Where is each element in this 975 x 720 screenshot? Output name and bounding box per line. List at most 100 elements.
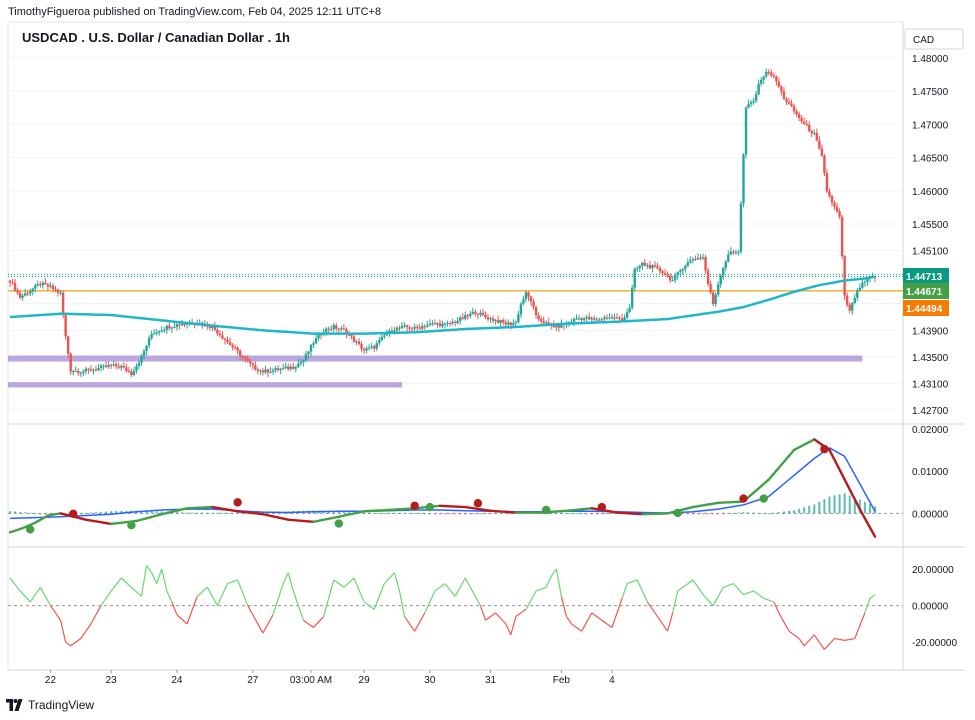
candle-body (292, 366, 295, 369)
macd-histogram-bar (772, 512, 775, 514)
signal-line-segment (337, 510, 366, 518)
candle-body (403, 325, 406, 327)
candle-body (446, 322, 449, 324)
candle-body (615, 317, 619, 319)
candle-body (469, 313, 472, 316)
tradingview-logo-icon (6, 699, 23, 711)
candle-body (340, 328, 343, 330)
candle-body (762, 76, 765, 80)
candle-body (529, 296, 533, 302)
macd-histogram-bar (717, 513, 720, 515)
candle-body (777, 81, 781, 87)
macd-histogram-bar (605, 513, 608, 515)
candle-body (694, 258, 697, 260)
candle-body (261, 370, 265, 373)
oscillator-segment (723, 583, 734, 588)
candle-body (815, 132, 819, 141)
macd-histogram-bar (464, 513, 467, 515)
oscillator-segment (545, 576, 552, 588)
candle-body (150, 333, 153, 338)
macd-histogram-bar (196, 512, 199, 514)
macd-histogram-bar (570, 513, 573, 515)
candle-body (77, 370, 80, 374)
oscillator-segment (672, 590, 679, 614)
candle-body (691, 258, 695, 261)
candle-body (127, 371, 131, 373)
candle-body (378, 339, 381, 344)
time-tick-label: 27 (247, 675, 259, 686)
macd-histogram-bar (191, 512, 194, 514)
candle-body (729, 251, 733, 255)
candle-body (107, 365, 110, 367)
candle-body (765, 71, 768, 77)
oscillator-segment (156, 568, 163, 584)
candle-body (72, 371, 75, 373)
cross-marker (425, 502, 435, 512)
candle-body (577, 318, 581, 320)
macd-histogram-bar (44, 513, 47, 515)
candle-body (797, 113, 801, 119)
macd-histogram-bar (798, 508, 801, 514)
candle-body (641, 262, 644, 266)
candle-body (754, 94, 758, 101)
candle-body (547, 322, 550, 324)
candle-body (163, 329, 166, 331)
candle-body (218, 333, 222, 336)
candle-body (861, 282, 864, 288)
macd-histogram-bar (813, 504, 816, 514)
candle-body (54, 289, 57, 291)
macd-histogram-bar (803, 507, 806, 514)
macd-histogram-bar (24, 512, 27, 514)
candle-body (426, 325, 429, 327)
tradingview-footer[interactable]: TradingView (6, 695, 94, 715)
cross-marker (739, 494, 748, 503)
candle-body (160, 330, 163, 332)
candle-body (600, 319, 604, 321)
candle-body (820, 148, 824, 156)
candle-body (805, 123, 808, 126)
oscillator-segment (120, 577, 132, 588)
candle-body (661, 271, 664, 274)
candle-body (759, 79, 763, 84)
candle-body (256, 369, 260, 371)
candle-body (775, 76, 778, 82)
candle-body (598, 319, 601, 321)
oscillator-segment (282, 572, 289, 584)
candle-body (365, 348, 368, 351)
candle-body (835, 206, 839, 212)
candle-body (137, 362, 141, 366)
candle-body (714, 294, 717, 305)
candle-body (34, 285, 37, 289)
oscillator-segment (479, 605, 487, 621)
candle-body (405, 325, 409, 328)
macd-histogram-bar (388, 512, 391, 514)
oscillator-segment (813, 634, 825, 650)
oscillator-segment (171, 601, 178, 615)
chart-canvas[interactable]: USDCAD . U.S. Dollar / Canadian Dollar .… (0, 0, 975, 690)
oscillator-segment (667, 612, 674, 632)
candle-body (342, 328, 346, 330)
oscillator-segment (49, 605, 62, 621)
candle-body (418, 327, 421, 329)
macd-histogram-bar (863, 501, 866, 514)
time-tick-label: 22 (45, 675, 57, 686)
candle-body (289, 366, 292, 370)
price-tick-label: 1.45500 (912, 220, 949, 231)
oscillator-segment (424, 590, 436, 614)
cross-marker (127, 521, 136, 530)
candle-body (246, 358, 249, 361)
macd-histogram-bar (707, 513, 710, 515)
macd-histogram-bar (474, 513, 477, 515)
macd-histogram-bar (610, 512, 613, 514)
macd-histogram-bar (681, 513, 684, 515)
candle-body (830, 195, 834, 203)
macd-histogram-bar (94, 512, 97, 514)
candle-body (590, 317, 593, 320)
candle-body (41, 282, 45, 286)
oscillator-segment (161, 568, 168, 592)
macd-histogram-bar (691, 513, 694, 515)
candle-body (732, 251, 735, 253)
macd-histogram-bar (428, 513, 431, 515)
candle-body (264, 369, 267, 373)
candle-body (271, 370, 275, 372)
